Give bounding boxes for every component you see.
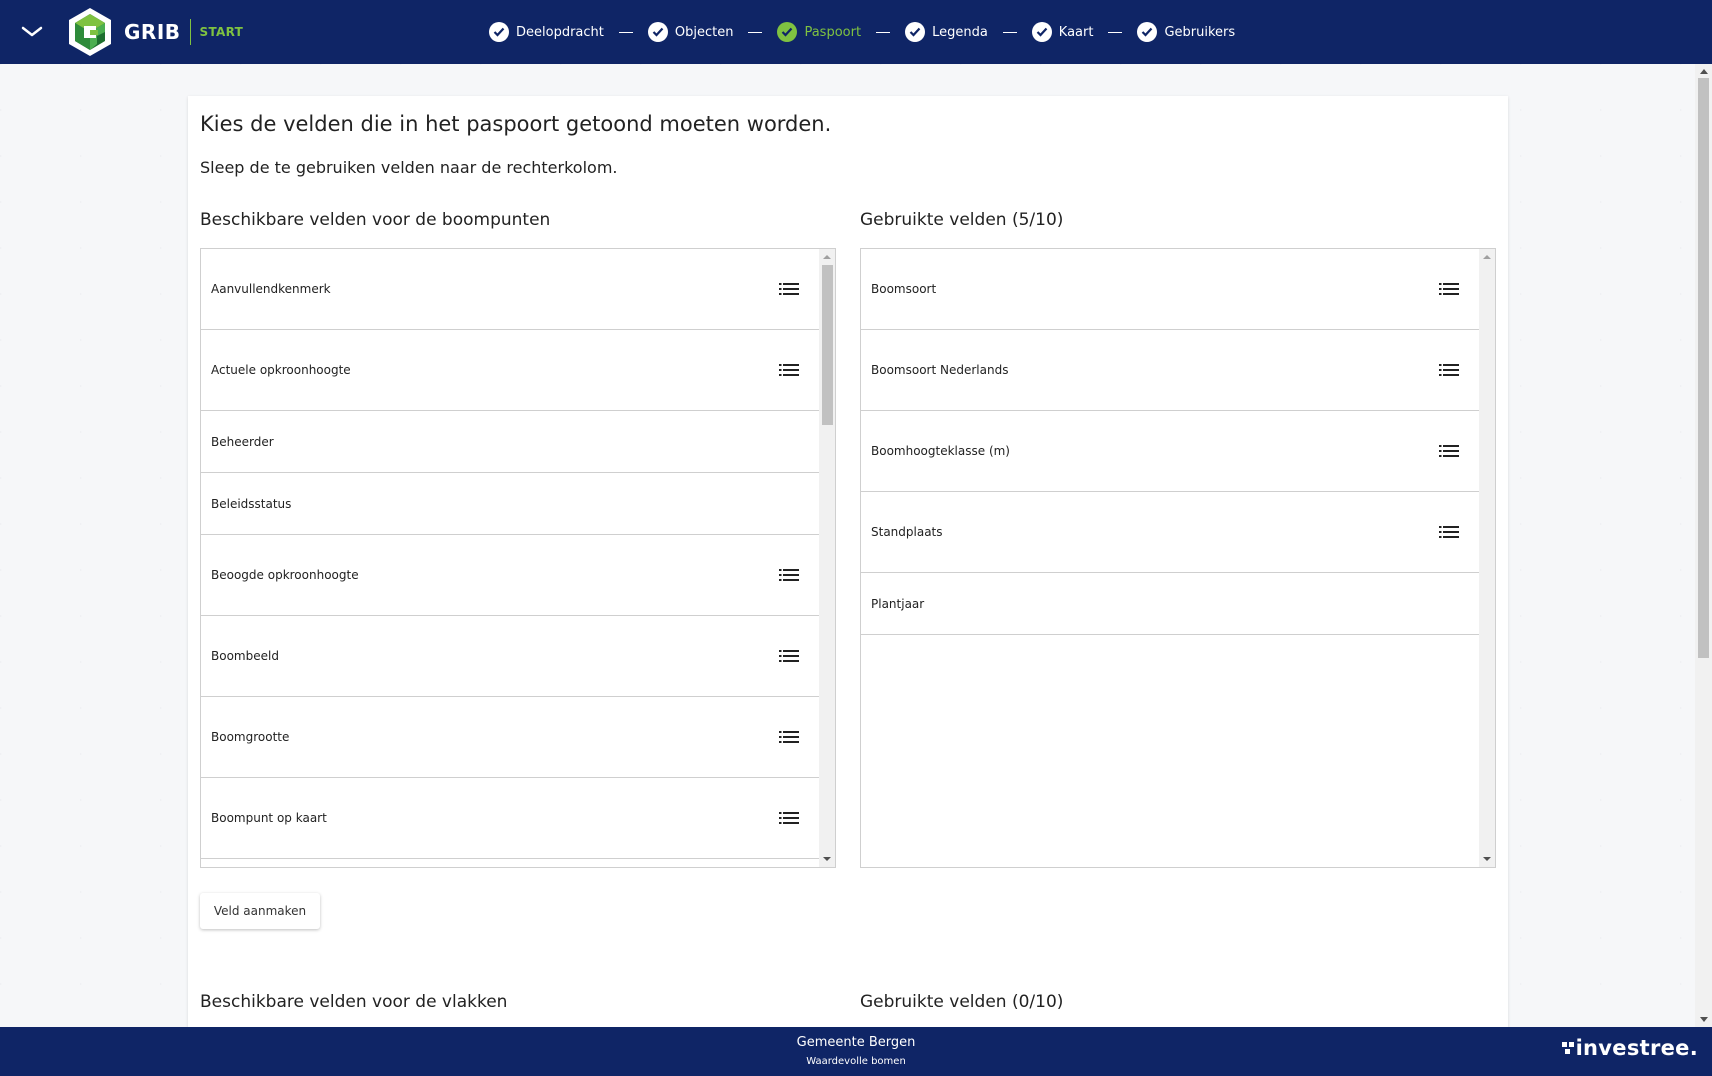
scroll-down-arrow-icon[interactable] [823,857,831,861]
page-scrollbar[interactable] [1695,64,1712,1027]
organization-name: Gemeente Bergen [796,1035,916,1050]
footer-bar: Gemeente Bergen Waardevolle bomen invest… [0,1027,1712,1076]
list-item[interactable]: Boomsoort Nederlands [861,330,1479,411]
top-navigation-bar: GRIB START Deelopdracht Objecten Paspoor… [0,0,1712,64]
drag-handle-icon[interactable] [779,730,799,744]
create-field-button[interactable]: Veld aanmaken [200,893,320,929]
step-label: Gebruikers [1164,24,1236,40]
collapse-menu-button[interactable] [0,0,64,64]
drag-handle-icon[interactable] [1439,282,1459,296]
field-label: Boompunt op kaart [211,811,327,825]
field-label: Standplaats [871,525,943,539]
check-circle-icon [777,22,798,42]
field-label: Plantjaar [871,596,925,611]
field-label: Boombeeld [211,649,279,663]
list-item[interactable]: Boombeeld [201,616,819,697]
list-item[interactable]: Beoogde opkroonhoogte [201,535,819,616]
drag-handle-icon[interactable] [779,568,799,582]
step-gebruikers[interactable]: Gebruikers [1137,22,1235,42]
used-boompunten-heading: Gebruikte velden (5/10) [860,210,1064,230]
check-circle-icon [647,22,668,42]
field-label: Boomhoogteklasse (m) [871,444,1010,458]
field-label: Beleidsstatus [211,496,292,511]
drag-handle-icon[interactable] [1439,525,1459,539]
page-subtitle: Sleep de te gebruiken velden naar de rec… [200,158,618,177]
scroll-up-arrow-icon[interactable] [1483,255,1491,259]
list-item[interactable]: Beleidsstatus [201,473,819,535]
available-vlakken-heading: Beschikbare velden voor de vlakken [200,992,508,1012]
step-kaart[interactable]: Kaart [1031,22,1094,42]
scroll-up-arrow-icon[interactable] [1700,69,1708,74]
step-objecten[interactable]: Objecten [647,22,734,42]
step-connector [748,31,763,33]
scroll-up-arrow-icon[interactable] [823,255,831,259]
list-item[interactable]: Actuele opkroonhoogte [201,330,819,411]
list-item[interactable]: Standplaats [861,492,1479,573]
field-label: Actuele opkroonhoogte [211,363,351,377]
page-title: Kies de velden die in het paspoort getoo… [200,112,832,136]
drag-handle-icon[interactable] [1439,444,1459,458]
available-boompunten-heading: Beschikbare velden voor de boompunten [200,210,551,230]
step-label: Deelopdracht [516,24,604,40]
scroll-down-arrow-icon[interactable] [1483,857,1491,861]
step-label: Paspoort [804,24,862,40]
list-item[interactable]: Boomgrootte [201,697,819,778]
field-label: Beoogde opkroonhoogte [211,568,359,582]
wizard-steps: Deelopdracht Objecten Paspoort Legenda K… [489,0,1235,64]
investree-logo[interactable]: investree. [1561,1036,1698,1060]
list-item[interactable]: Boomsoort [861,249,1479,330]
grib-logo-icon [69,8,111,56]
scroll-down-arrow-icon[interactable] [1700,1017,1708,1022]
investree-leaf-icon [1561,1042,1574,1054]
drag-handle-icon[interactable] [779,282,799,296]
drag-handle-icon[interactable] [1439,363,1459,377]
scrollbar-thumb[interactable] [1698,78,1709,658]
used-vlakken-heading: Gebruikte velden (0/10) [860,992,1064,1012]
check-circle-icon [1137,22,1158,42]
list-item[interactable]: Boompunt op kaart [201,778,819,859]
field-label: Beheerder [211,434,274,449]
scrollbar-thumb[interactable] [822,265,833,425]
passport-fields-card: Kies de velden die in het paspoort getoo… [188,96,1508,1027]
step-label: Legenda [932,24,988,40]
step-deelopdracht[interactable]: Deelopdracht [489,22,604,42]
step-connector [1108,31,1123,33]
start-link[interactable]: START [200,25,244,39]
drag-handle-icon[interactable] [779,363,799,377]
step-label: Kaart [1058,24,1094,40]
list-item[interactable]: Plantjaar [861,573,1479,635]
step-connector [876,31,891,33]
step-paspoort[interactable]: Paspoort [777,22,861,42]
step-connector [618,31,633,33]
grib-logo[interactable]: GRIB START [66,6,243,58]
step-connector [1002,31,1017,33]
available-list-scrollbar[interactable] [819,249,835,867]
list-item[interactable]: Beheerder [201,411,819,473]
application-name: Waardevolle bomen [806,1056,906,1067]
brand-text: investree. [1575,1036,1698,1060]
used-list-scrollbar[interactable] [1479,249,1495,867]
check-circle-icon [1031,22,1052,42]
field-label: Boomsoort [871,282,937,296]
check-circle-icon [905,22,926,42]
field-label: Boomgrootte [211,730,290,744]
drag-handle-icon[interactable] [779,811,799,825]
step-legenda[interactable]: Legenda [905,22,988,42]
step-label: Objecten [674,24,734,40]
available-fields-list[interactable]: Aanvullendkenmerk Actuele opkroonhoogte … [200,248,836,868]
list-item[interactable]: Boomhoogteklasse (m) [861,411,1479,492]
used-fields-list[interactable]: Boomsoort Boomsoort Nederlands Boomhoogt… [860,248,1496,868]
field-label: Aanvullendkenmerk [211,282,331,296]
logo-text: GRIB [124,20,181,44]
logo-divider [189,19,191,45]
field-label: Boomsoort Nederlands [871,363,1009,377]
drag-handle-icon[interactable] [779,649,799,663]
check-circle-icon [489,22,509,42]
chevron-down-icon [21,26,43,37]
list-item[interactable]: Aanvullendkenmerk [201,249,819,330]
